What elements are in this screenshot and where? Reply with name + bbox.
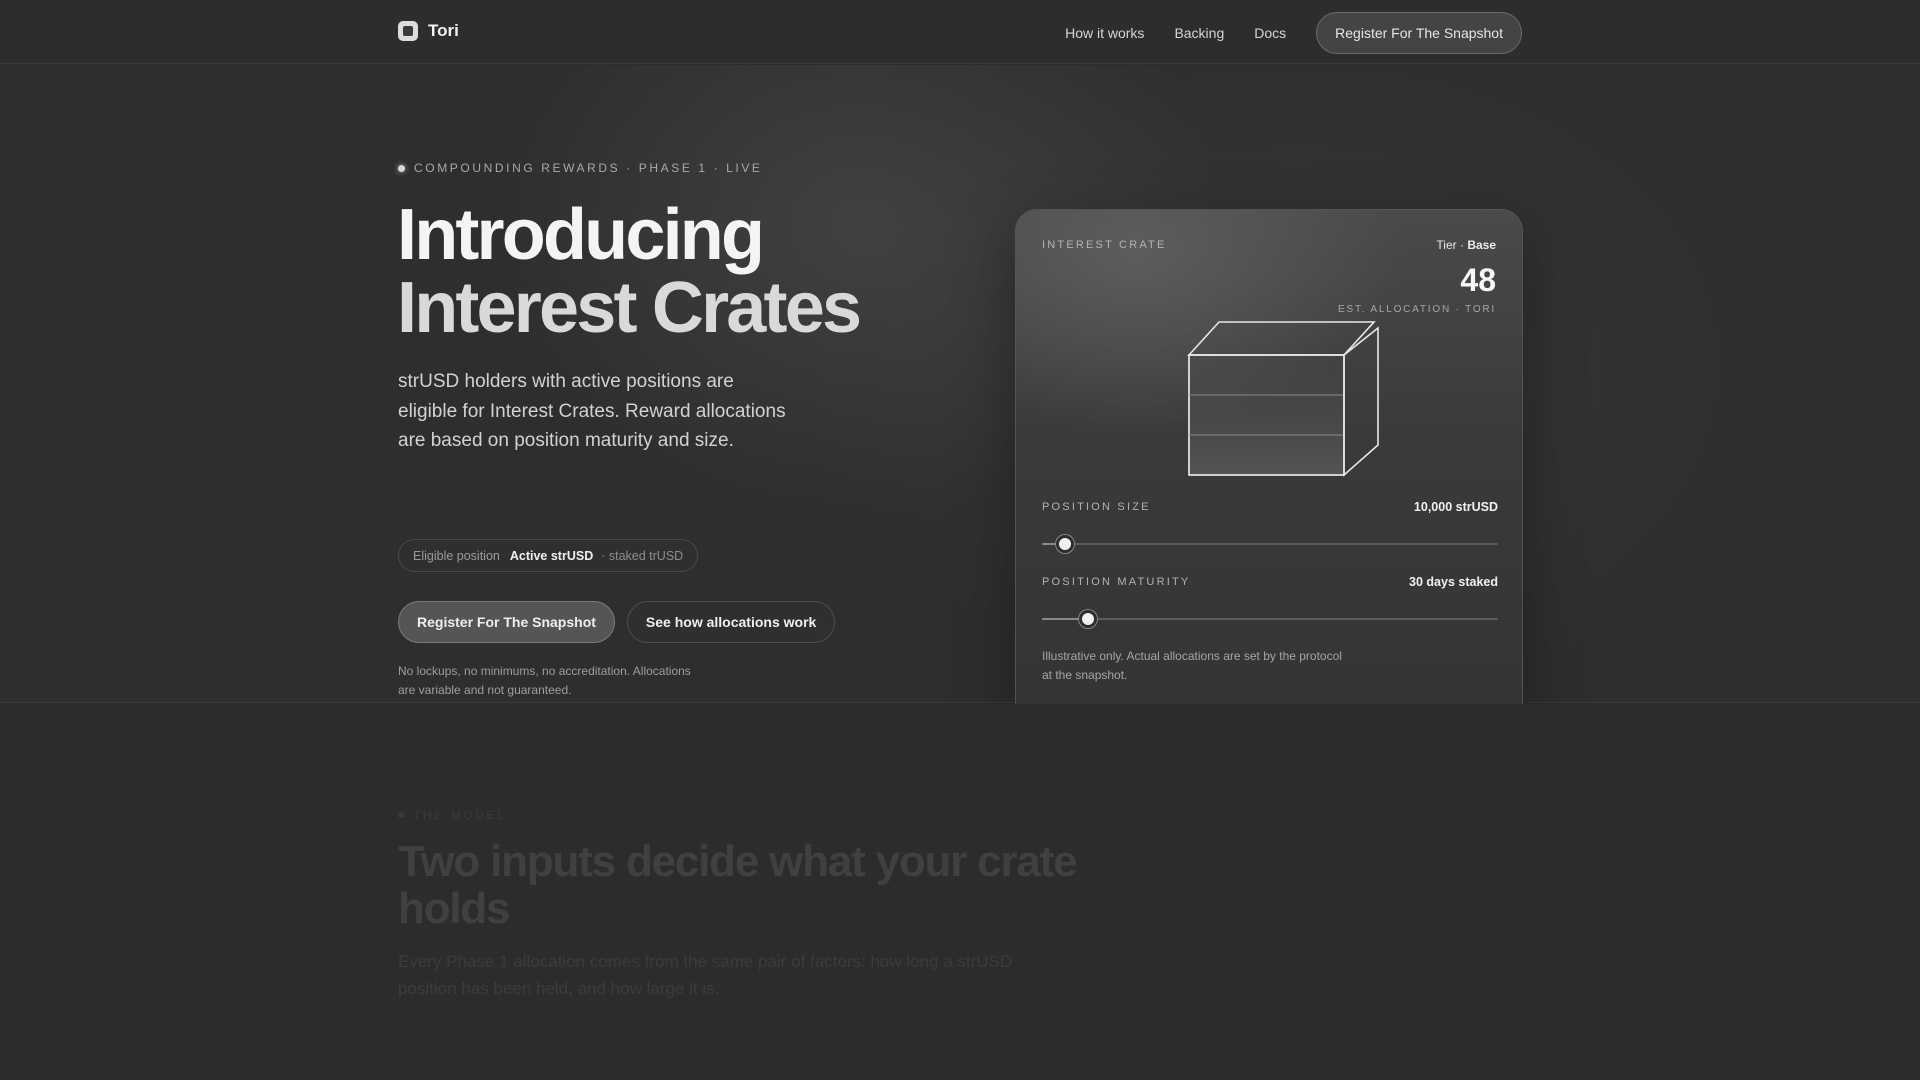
card-tier-prefix: Tier ·: [1436, 238, 1468, 252]
eligibility-label: Eligible position: [413, 548, 500, 563]
position-size-slider[interactable]: [1042, 535, 1498, 553]
nav-link-docs[interactable]: Docs: [1254, 25, 1286, 41]
header-register-button[interactable]: Register For The Snapshot: [1316, 12, 1522, 54]
eligibility-pill: Eligible position Active strUSD · staked…: [398, 539, 699, 572]
model-eyebrow: THE MODEL: [398, 808, 506, 822]
brand[interactable]: Tori: [398, 21, 459, 41]
estimated-allocation-caption: EST. ALLOCATION · TORI: [1338, 304, 1496, 315]
position-size-value: 10,000 strUSD: [1413, 500, 1498, 514]
hero-eyebrow: COMPOUNDING REWARDS · PHASE 1 · LIVE: [398, 161, 763, 175]
nav-link-backing[interactable]: Backing: [1174, 25, 1224, 41]
hero-description: strUSD holders with active positions are…: [398, 371, 786, 451]
card-label: INTEREST CRATE: [1042, 239, 1167, 251]
position-maturity-value: 30 days staked: [1409, 575, 1498, 589]
card-tier-value: Base: [1467, 238, 1496, 252]
model-title: Two inputs decide what your crate holds: [398, 837, 1078, 933]
see-allocations-button[interactable]: See how allocations work: [626, 601, 836, 643]
bullet-icon: [398, 812, 404, 818]
hero-disclaimer: No lockups, no minimums, no accreditatio…: [398, 664, 691, 697]
hero-section: COMPOUNDING REWARDS · PHASE 1 · LIVE Int…: [0, 65, 1920, 722]
page: Tori How it works Backing Docs Register …: [0, 0, 1920, 1080]
live-indicator-icon: [398, 164, 405, 172]
model-description: Every Phase 1 allocation comes from the …: [398, 952, 1013, 998]
slider-track: [1042, 543, 1498, 545]
interest-crate-card: INTEREST CRATE Tier · Base 48 EST. ALLOC…: [1015, 209, 1523, 722]
brand-name: Tori: [428, 21, 459, 40]
model-eyebrow-text: THE MODEL: [413, 808, 507, 822]
position-maturity-label: POSITION MATURITY: [1042, 576, 1191, 588]
position-size-row: POSITION SIZE 10,000 strUSD: [1042, 500, 1498, 514]
card-tier: Tier · Base: [1436, 238, 1496, 252]
nav-link-how-it-works[interactable]: How it works: [1065, 25, 1144, 41]
position-maturity-slider[interactable]: [1042, 610, 1498, 628]
main-nav: How it works Backing Docs Register For T…: [1065, 12, 1522, 54]
position-maturity-slider-thumb[interactable]: [1078, 610, 1097, 628]
hero-title-line-1: Introducing: [397, 195, 765, 275]
slider-track: [1042, 618, 1498, 620]
top-navigation-bar: Tori How it works Backing Docs Register …: [0, 0, 1920, 64]
hero-eyebrow-text: COMPOUNDING REWARDS · PHASE 1 · LIVE: [414, 161, 763, 175]
register-snapshot-button[interactable]: Register For The Snapshot: [398, 601, 615, 643]
tori-logo-icon: [398, 21, 418, 41]
estimated-allocation-value: 48: [1460, 262, 1496, 298]
eligibility-extra: · staked trUSD: [601, 548, 684, 563]
hero-title: Introducing Interest Crates: [397, 199, 957, 345]
position-maturity-row: POSITION MATURITY 30 days staked: [1042, 575, 1498, 589]
hero-title-line-2: Interest Crates: [397, 268, 862, 348]
hero-cta-row: Register For The Snapshot See how alloca…: [398, 601, 836, 643]
eligibility-value: Active strUSD: [509, 548, 594, 563]
card-disclaimer: Illustrative only. Actual allocations ar…: [1042, 649, 1342, 682]
position-size-label: POSITION SIZE: [1042, 501, 1151, 513]
model-section: THE MODEL Two inputs decide what your cr…: [0, 704, 1920, 1080]
crate-icon: [1187, 321, 1379, 477]
position-size-slider-thumb[interactable]: [1055, 535, 1074, 553]
